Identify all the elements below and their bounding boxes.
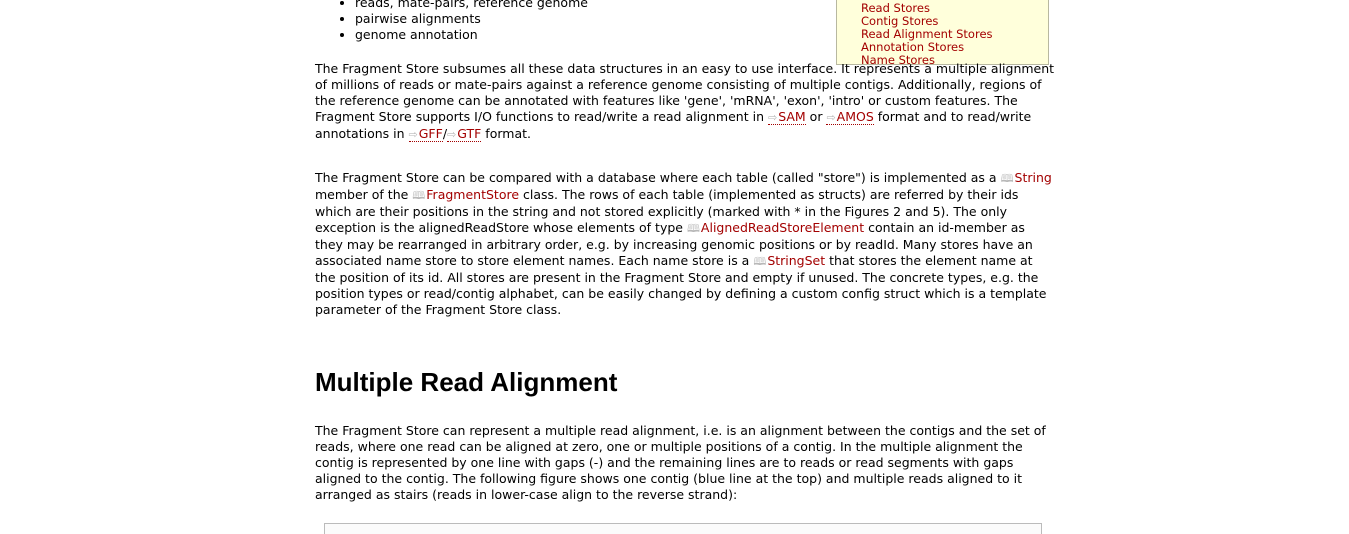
multiple-alignment-paragraph: The Fragment Store can represent a multi… [315,423,1046,502]
article-content: reads, mate-pairs, reference genome pair… [315,0,1055,502]
paragraph-text: format. [481,126,531,141]
section-heading: Multiple Read Alignment [315,367,618,397]
amos-link[interactable]: ⇨AMOS [826,109,874,125]
paragraph-text: The Fragment Store can be compared with … [315,170,1001,185]
book-icon: 🕮 [412,189,426,202]
gtf-link[interactable]: ⇨GTF [447,126,482,142]
external-link-icon: ⇨ [408,128,418,141]
stringset-doc-link[interactable]: 🕮StringSet [753,253,825,268]
paragraph-text: or [805,109,827,124]
alignedreadstoreelement-doc-link[interactable]: 🕮AlignedReadStoreElement [687,220,864,235]
list-item: genome annotation [355,27,1055,43]
link-label: AlignedReadStoreElement [700,220,865,235]
list-item: reads, mate-pairs, reference genome [355,0,1055,11]
external-link-icon: ⇨ [767,111,778,124]
external-link-icon: ⇨ [447,128,457,141]
database-comparison-paragraph: The Fragment Store can be compared with … [315,170,1055,318]
book-icon: 🕮 [1000,172,1014,185]
external-link-icon: ⇨ [826,111,836,124]
string-doc-link[interactable]: 🕮String [1001,170,1052,185]
link-label: SAM [778,109,806,124]
data-structure-list: reads, mate-pairs, reference genome pair… [315,0,1055,43]
fragmentstore-doc-link[interactable]: 🕮FragmentStore [412,187,519,202]
link-label: StringSet [767,253,826,268]
link-label: String [1014,170,1052,185]
book-icon: 🕮 [686,222,700,235]
book-icon: 🕮 [753,255,767,268]
link-label: FragmentStore [426,187,520,202]
link-label: GFF [418,126,443,141]
sam-link[interactable]: ⇨SAM [767,109,806,125]
fragment-store-intro-paragraph: The Fragment Store subsumes all these da… [315,61,1055,143]
link-label: AMOS [836,109,874,124]
gff-link[interactable]: ⇨GFF [408,126,443,142]
paragraph-text: member of the [315,187,413,202]
link-label: GTF [457,126,482,141]
list-item: pairwise alignments [355,11,1055,27]
